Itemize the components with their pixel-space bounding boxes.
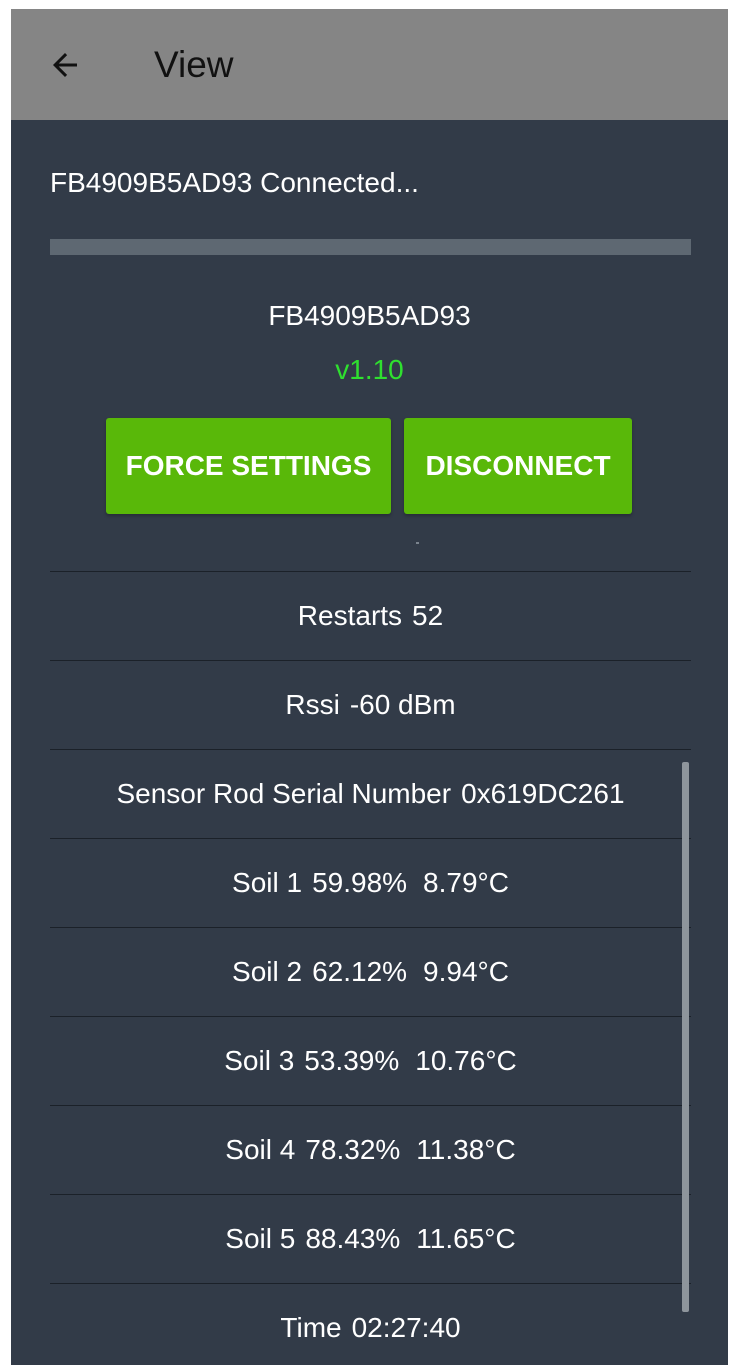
reading-label: Restarts (297, 600, 403, 631)
reading-value: 0x619DC261 (461, 778, 625, 809)
list-item-soil-2: Soil 2 62.12% 9.94°C (50, 927, 691, 1016)
app-bar: View (11, 9, 728, 120)
reading-value: 52 (412, 600, 444, 631)
connection-status: FB4909B5AD93 Connected... (50, 167, 419, 198)
scrollbar[interactable] (682, 762, 689, 1312)
screen: View FB4909B5AD93 Connected... FB4909B5A… (11, 9, 728, 1365)
reading-label: Soil 1 (232, 867, 303, 898)
reading-label: Rssi (285, 689, 340, 720)
page-title: View (154, 44, 234, 85)
list-item-sensor-serial: Sensor Rod Serial Number 0x619DC261 (50, 749, 691, 838)
arrow-left-icon (53, 53, 77, 77)
list-item-soil-4: Soil 4 78.32% 11.38°C (50, 1105, 691, 1194)
moisture-value: 78.32% (305, 1134, 401, 1165)
list-item-time: Time 02:27:40 (50, 1283, 691, 1365)
temperature-value: 9.94°C (423, 956, 509, 987)
force-settings-button[interactable]: FORCE SETTINGS (106, 418, 391, 514)
reading-label: Soil 4 (225, 1134, 296, 1165)
divider-dot (416, 542, 419, 544)
reading-value: -60 dBm (349, 689, 456, 720)
device-name: FB4909B5AD93 (268, 300, 471, 331)
reading-label: Soil 5 (225, 1223, 296, 1254)
moisture-value: 53.39% (304, 1045, 400, 1076)
list-item-soil-5: Soil 5 88.43% 11.65°C (50, 1194, 691, 1283)
moisture-value: 62.12% (312, 956, 408, 987)
list-item-soil-3: Soil 3 53.39% 10.76°C (50, 1016, 691, 1105)
disconnect-button[interactable]: DISCONNECT (404, 418, 632, 514)
list-item-soil-1: Soil 1 59.98% 8.79°C (50, 838, 691, 927)
temperature-value: 10.76°C (415, 1045, 517, 1076)
list-item-restarts: Restarts 52 (50, 571, 691, 660)
moisture-value: 88.43% (305, 1223, 401, 1254)
progress-fill (50, 239, 691, 255)
moisture-value: 59.98% (312, 867, 408, 898)
reading-label: Sensor Rod Serial Number (116, 778, 452, 809)
temperature-value: 11.38°C (416, 1134, 516, 1165)
list-item-rssi: Rssi -60 dBm (50, 660, 691, 749)
temperature-value: 11.65°C (416, 1223, 516, 1254)
connection-progress-bar (50, 239, 691, 255)
reading-value: 02:27:40 (351, 1312, 461, 1343)
reading-label: Soil 3 (224, 1045, 295, 1076)
temperature-value: 8.79°C (423, 867, 509, 898)
reading-label: Soil 2 (232, 956, 303, 987)
firmware-version: v1.10 (335, 354, 404, 385)
readings-list[interactable]: Restarts 52 Rssi -60 dBm Sensor Rod Seri… (50, 571, 691, 1365)
back-button[interactable] (45, 45, 85, 85)
reading-label: Time (280, 1312, 342, 1343)
